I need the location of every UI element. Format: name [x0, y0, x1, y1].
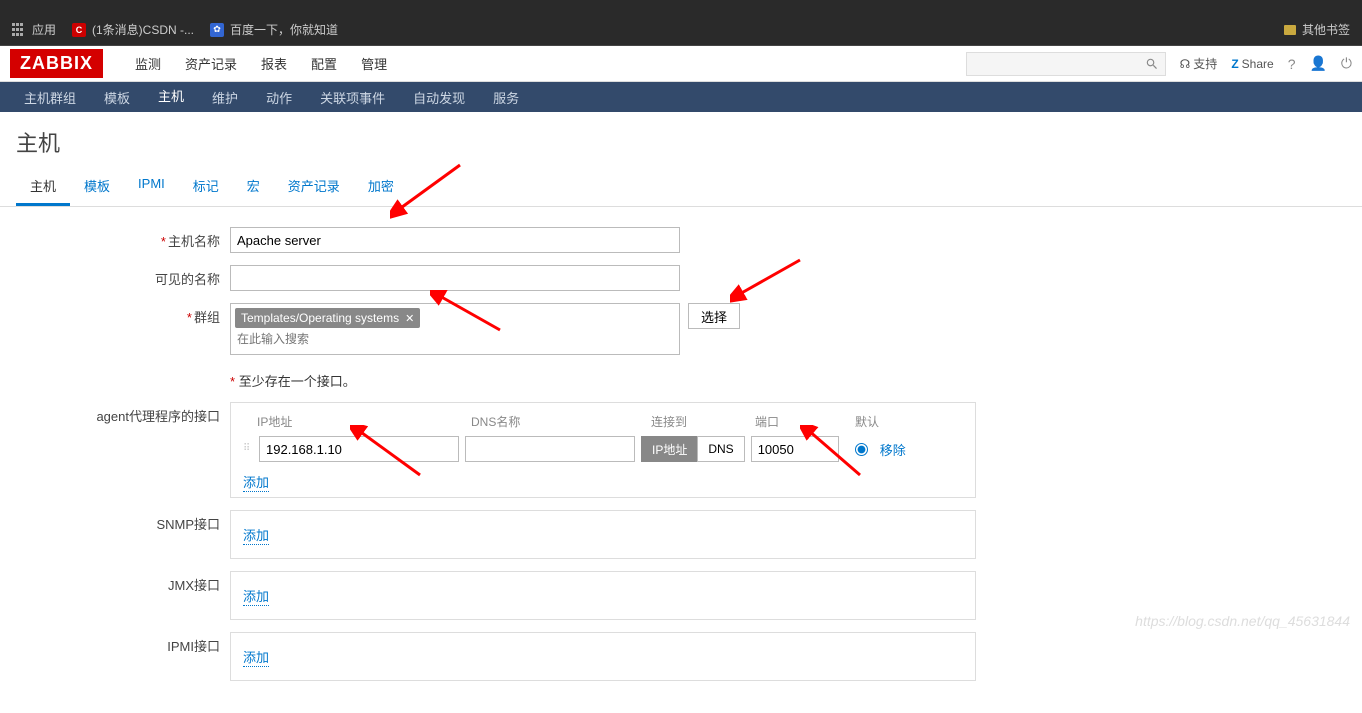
group-tag: Templates/Operating systems ✕: [235, 308, 420, 328]
baidu-icon: ✿: [210, 23, 224, 37]
group-tag-remove-icon[interactable]: ✕: [405, 312, 414, 325]
agent-interface-box: IP地址 DNS名称 连接到 端口 默认 ⠿ IP地址 DNS: [230, 402, 976, 498]
subnav-maintenance[interactable]: 维护: [198, 81, 252, 114]
nav-admin[interactable]: 管理: [349, 44, 399, 83]
remove-interface-link[interactable]: 移除: [880, 440, 906, 459]
drag-handle-icon[interactable]: ⠿: [243, 447, 253, 451]
bookmark-baidu-label: 百度一下，你就知道: [230, 21, 338, 38]
groups-select-button[interactable]: 选择: [688, 303, 740, 329]
subnav-services[interactable]: 服务: [479, 81, 533, 114]
toggle-dns-button[interactable]: DNS: [697, 436, 744, 462]
nav-reports[interactable]: 报表: [249, 44, 299, 83]
power-icon[interactable]: ⏻: [1341, 55, 1352, 72]
subnav-hosts[interactable]: 主机: [144, 79, 198, 115]
search-icon[interactable]: [1145, 57, 1159, 71]
form-tabs: 主机 模板 IPMI 标记 宏 资产记录 加密: [0, 168, 1362, 207]
sub-nav: 主机群组 模板 主机 维护 动作 关联项事件 自动发现 服务: [0, 82, 1362, 112]
share-link[interactable]: ZShare: [1231, 57, 1273, 71]
folder-icon: [1284, 25, 1296, 35]
col-port: 端口: [755, 413, 855, 430]
subnav-hostgroups[interactable]: 主机群组: [10, 81, 90, 114]
add-ipmi-interface-link[interactable]: 添加: [243, 650, 269, 667]
interface-header: IP地址 DNS名称 连接到 端口 默认: [243, 413, 963, 430]
nav-monitor[interactable]: 监测: [123, 44, 173, 83]
visible-name-label: 可见的名称: [16, 265, 230, 288]
add-snmp-interface-link[interactable]: 添加: [243, 528, 269, 545]
bookmark-baidu[interactable]: ✿ 百度一下，你就知道: [210, 21, 338, 38]
bookmark-csdn[interactable]: C (1条消息)CSDN -...: [72, 21, 194, 38]
ip-input[interactable]: [259, 436, 459, 462]
tab-tags[interactable]: 标记: [179, 168, 233, 206]
zabbix-logo[interactable]: ZABBIX: [10, 49, 103, 78]
tab-encryption[interactable]: 加密: [354, 168, 408, 206]
user-icon[interactable]: 👤: [1309, 55, 1326, 72]
bookmark-csdn-label: (1条消息)CSDN -...: [92, 21, 194, 38]
snmp-interface-box: 添加: [230, 510, 976, 559]
toggle-ip-button[interactable]: IP地址: [641, 436, 697, 462]
col-connect: 连接到: [651, 413, 755, 430]
tab-macros[interactable]: 宏: [233, 168, 274, 206]
groups-label: *群组: [16, 303, 230, 326]
add-jmx-interface-link[interactable]: 添加: [243, 589, 269, 606]
subnav-actions[interactable]: 动作: [252, 81, 306, 114]
other-bookmarks[interactable]: 其他书签: [1302, 21, 1350, 38]
search-box[interactable]: [966, 52, 1166, 76]
ipmi-interface-box: 添加: [230, 632, 976, 681]
host-name-input[interactable]: [230, 227, 680, 253]
search-input[interactable]: [973, 57, 1145, 71]
watermark: https://blog.csdn.net/qq_45631844: [1135, 613, 1350, 629]
default-radio[interactable]: [855, 443, 868, 456]
browser-bookmarks-bar: 应用 C (1条消息)CSDN -... ✿ 百度一下，你就知道 其他书签: [0, 14, 1362, 46]
top-nav: ZABBIX 监测 资产记录 报表 配置 管理 ☊支持 ZShare ? 👤 ⏻: [0, 46, 1362, 82]
support-link[interactable]: ☊支持: [1180, 55, 1218, 72]
apps-button[interactable]: 应用: [12, 21, 56, 38]
add-agent-interface-link[interactable]: 添加: [243, 475, 269, 492]
dns-input[interactable]: [465, 436, 635, 462]
nav-inventory[interactable]: 资产记录: [173, 44, 249, 83]
col-default: 默认: [855, 413, 915, 430]
groups-multiselect[interactable]: Templates/Operating systems ✕: [230, 303, 680, 355]
interface-row: ⠿ IP地址 DNS 移除: [243, 436, 963, 462]
jmx-interface-label: JMX接口: [16, 571, 230, 594]
groups-search-input[interactable]: [235, 328, 675, 350]
tab-templates[interactable]: 模板: [70, 168, 124, 206]
help-icon[interactable]: ?: [1288, 56, 1296, 72]
host-name-label: *主机名称: [16, 227, 230, 250]
apps-label: 应用: [32, 21, 56, 38]
tab-host[interactable]: 主机: [16, 168, 70, 206]
tab-inventory[interactable]: 资产记录: [274, 168, 354, 206]
subnav-templates[interactable]: 模板: [90, 81, 144, 114]
jmx-interface-box: 添加: [230, 571, 976, 620]
page-title: 主机: [0, 112, 1362, 168]
visible-name-input[interactable]: [230, 265, 680, 291]
snmp-interface-label: SNMP接口: [16, 510, 230, 533]
group-tag-label: Templates/Operating systems: [241, 311, 399, 325]
tab-ipmi[interactable]: IPMI: [124, 168, 179, 206]
col-ip: IP地址: [243, 413, 471, 430]
agent-interface-label: agent代理程序的接口: [16, 402, 230, 425]
nav-config[interactable]: 配置: [299, 44, 349, 83]
connect-toggle: IP地址 DNS: [641, 436, 745, 462]
csdn-icon: C: [72, 23, 86, 37]
col-dns: DNS名称: [471, 413, 651, 430]
apps-grid-icon: [12, 23, 26, 37]
port-input[interactable]: [751, 436, 839, 462]
ipmi-interface-label: IPMI接口: [16, 632, 230, 655]
form-area: *主机名称 可见的名称 *群组 Templates/Operating syst…: [0, 207, 1362, 713]
subnav-discovery[interactable]: 自动发现: [399, 81, 479, 114]
browser-address-bar: [0, 0, 1362, 14]
interface-note: * 至少存在一个接口。: [230, 367, 356, 390]
